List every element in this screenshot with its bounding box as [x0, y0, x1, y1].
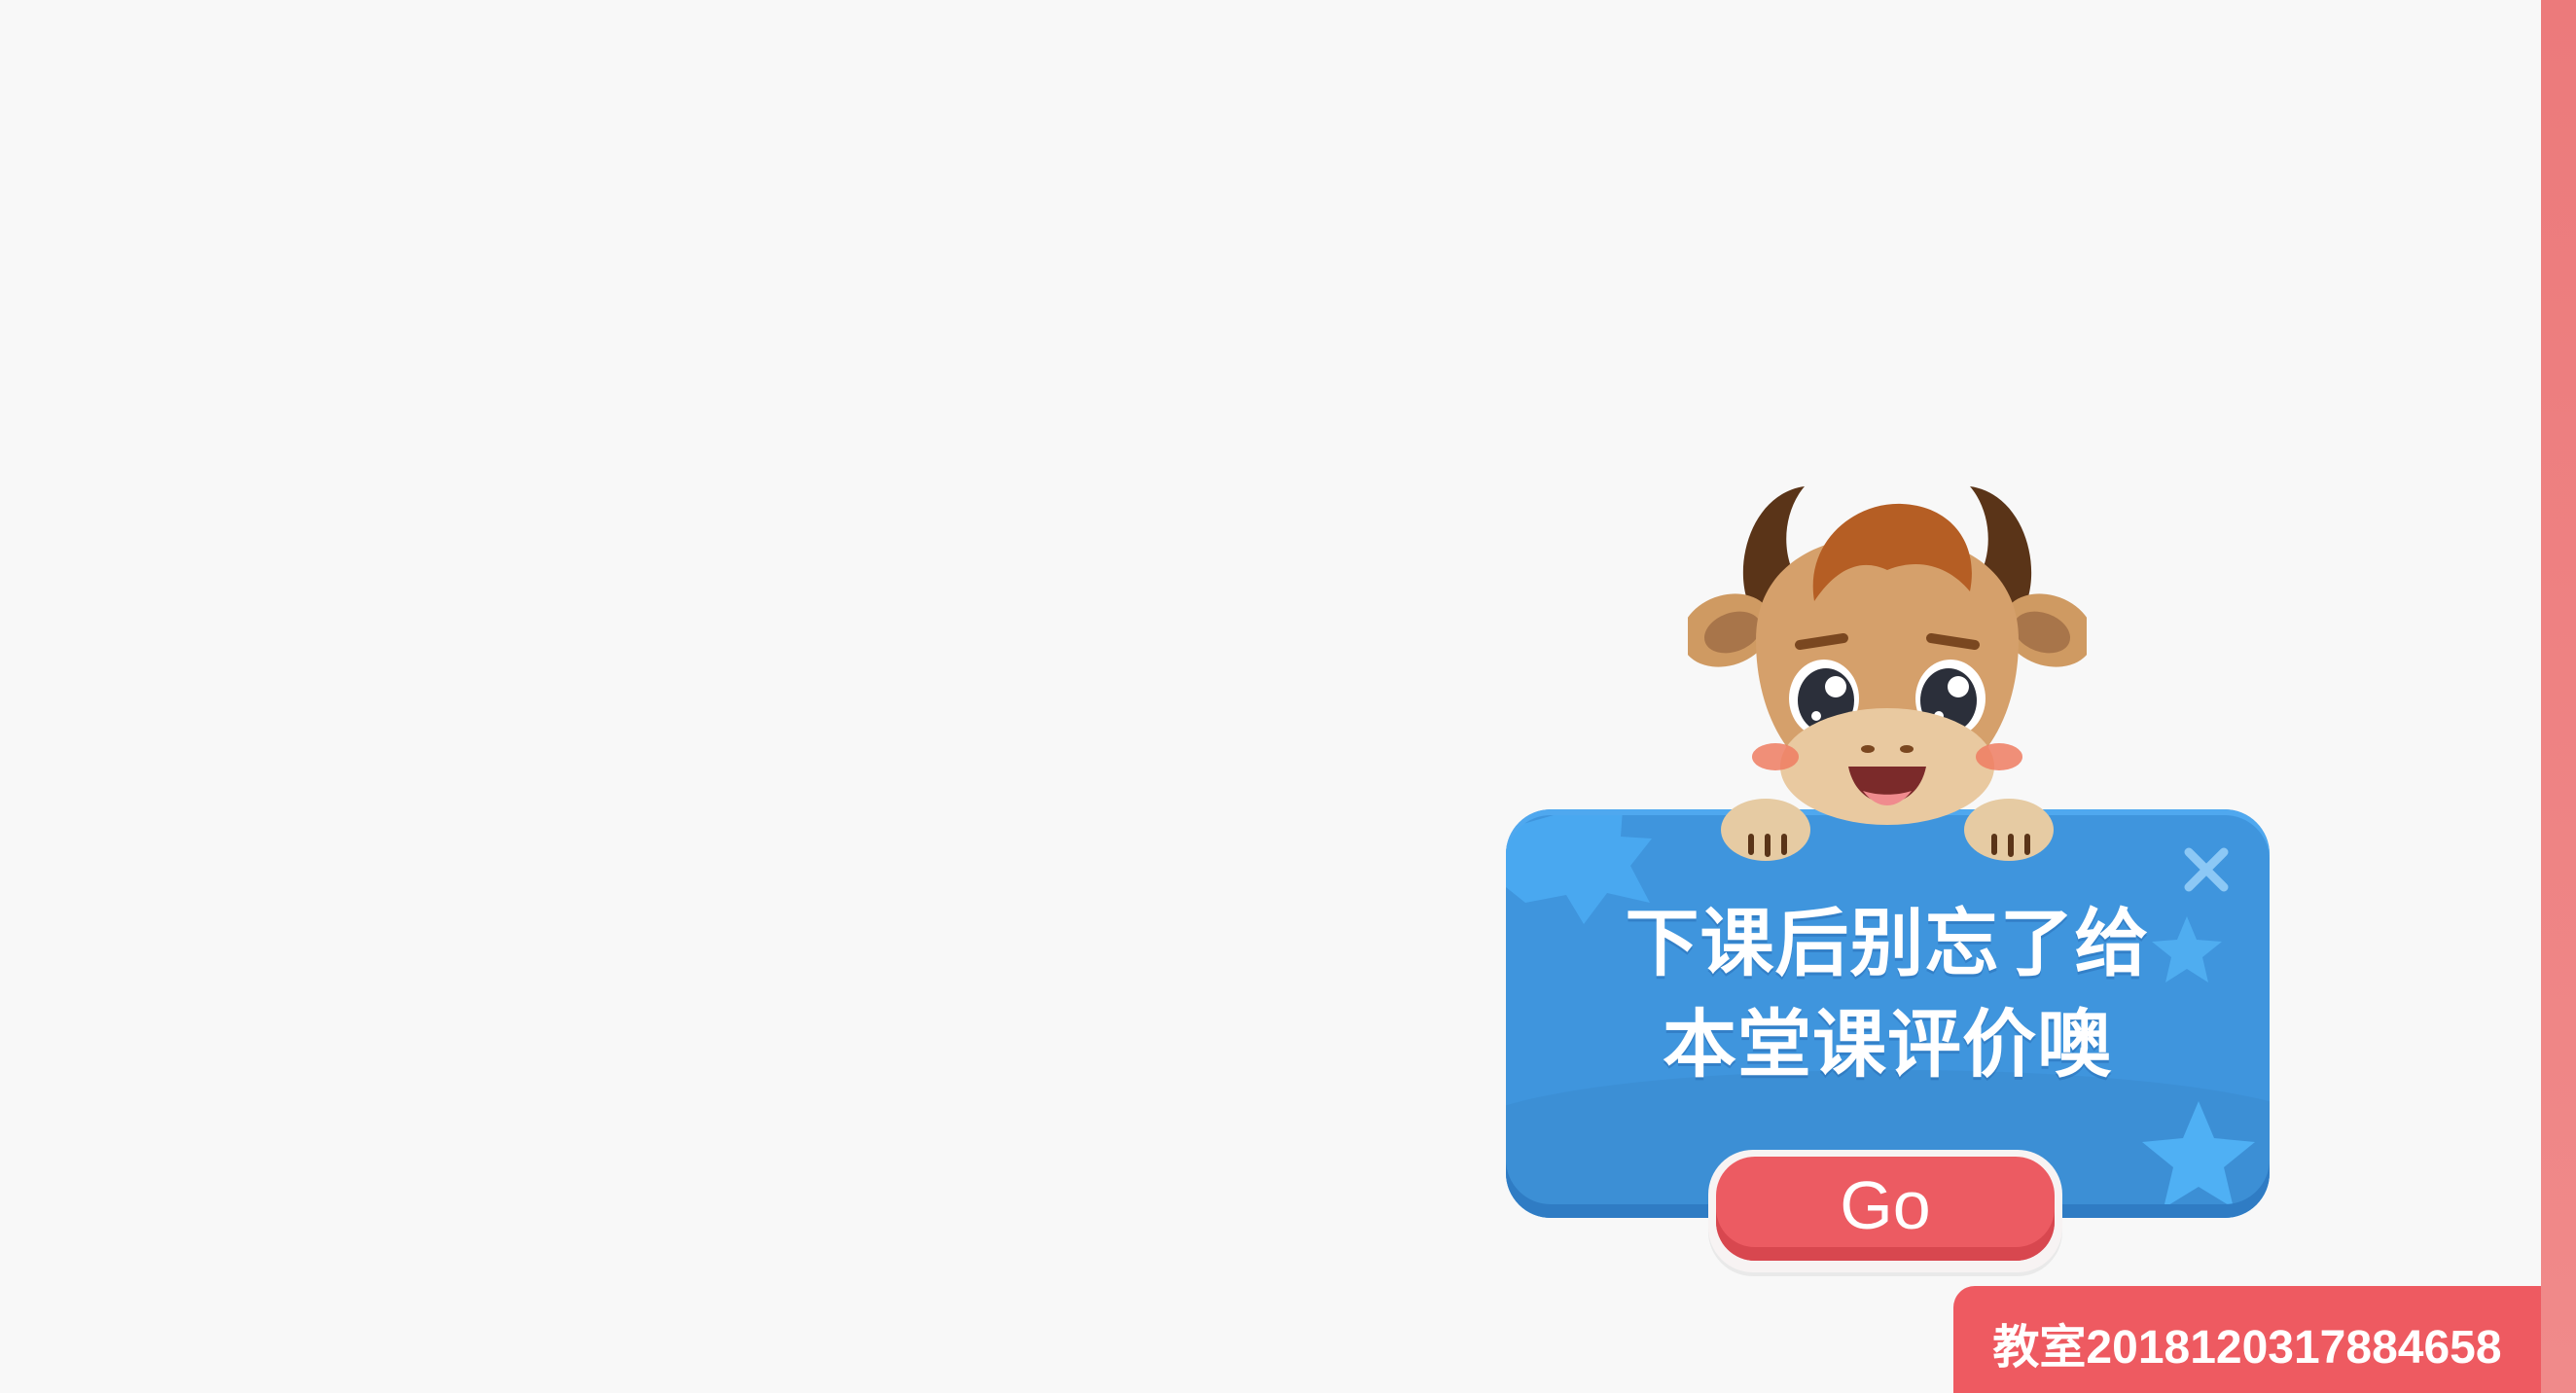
right-edge-bar [2541, 0, 2576, 1393]
rating-reminder-message: 下课后别忘了给 本堂课评价噢 [1518, 893, 2257, 1095]
message-line-2: 本堂课评价噢 [1663, 1001, 2112, 1088]
message-line-1: 下课后别忘了给 [1625, 900, 2150, 986]
classroom-id-tag: 教室2018120317884658 [1953, 1286, 2541, 1393]
close-x-icon [2184, 847, 2229, 892]
cartoon-bull-mascot-icon [1681, 475, 2093, 864]
close-popup-button[interactable] [2175, 839, 2237, 901]
app-stage: 下课后别忘了给 本堂课评价噢 Go 教室2018120317884658 [0, 0, 2576, 1393]
go-button-label: Go [1716, 1157, 2055, 1261]
go-rate-button[interactable]: Go [1708, 1150, 2062, 1272]
